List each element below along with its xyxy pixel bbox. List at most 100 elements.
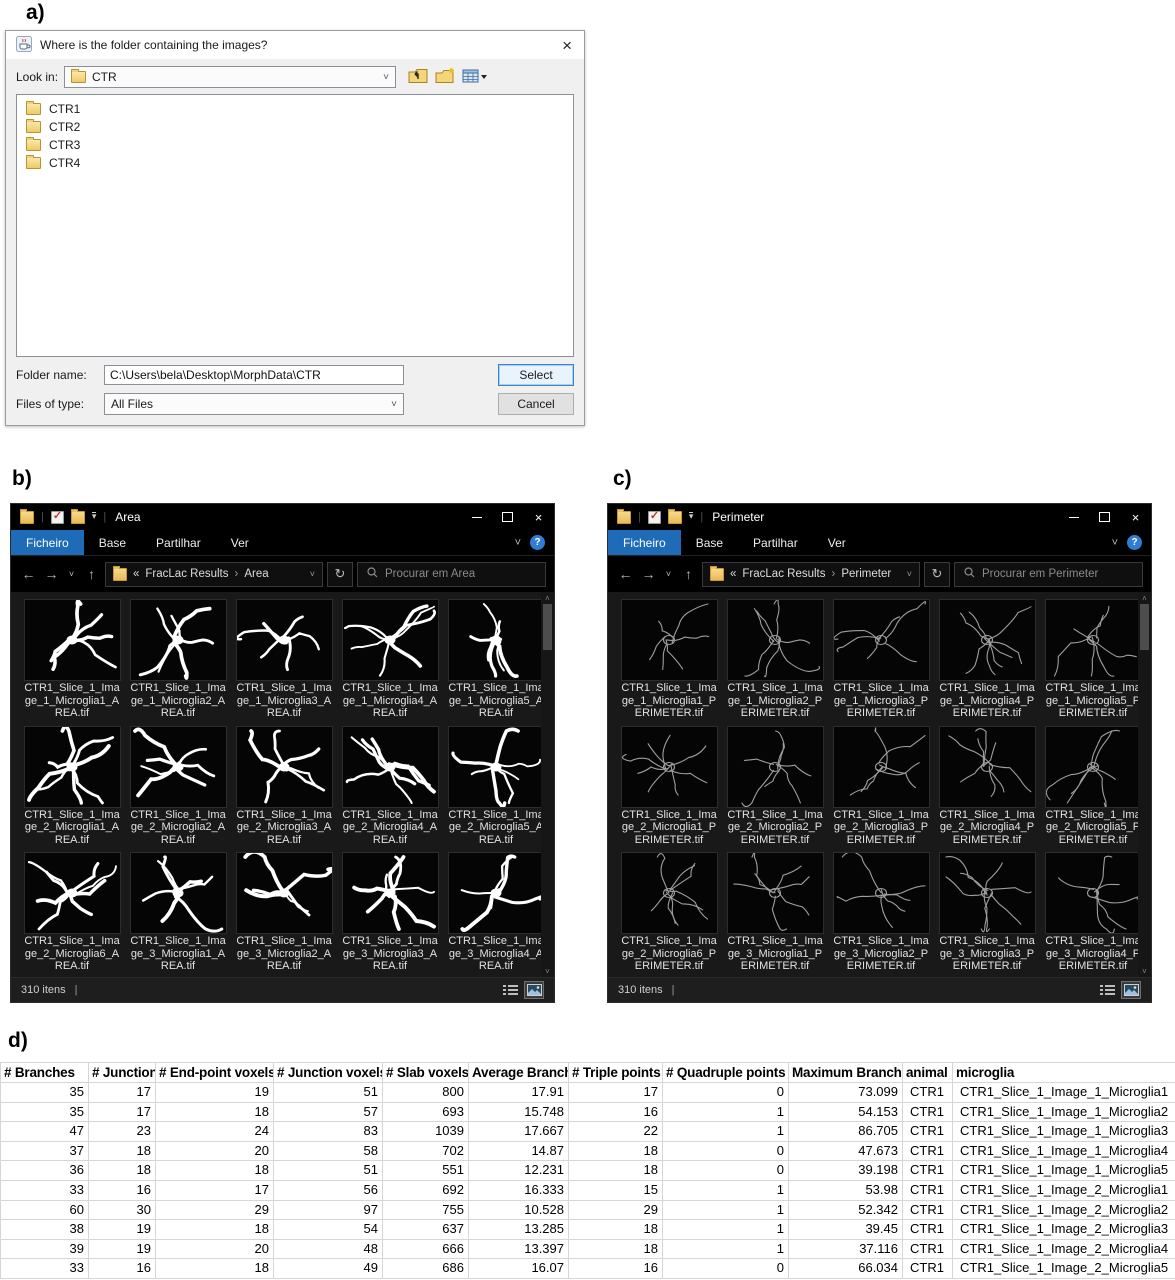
up-icon[interactable]: ↑ <box>679 566 698 582</box>
file-tile[interactable]: CTR1_Slice_1_Image_2_Microglia2_PERIMETE… <box>726 727 824 847</box>
folder-list-item[interactable]: CTR2 <box>17 118 573 136</box>
tab-ver[interactable]: Ver <box>216 530 264 555</box>
file-tile[interactable]: CTR1_Slice_1_Image_1_Microglia4_PERIMETE… <box>938 600 1036 720</box>
folder-list-item[interactable]: CTR4 <box>17 154 573 172</box>
file-tile[interactable]: CTR1_Slice_1_Image_3_Microglia1_AREA.tif <box>129 853 227 973</box>
close-button[interactable]: × <box>523 504 554 530</box>
tab-ficheiro[interactable]: Ficheiro <box>11 530 84 555</box>
search-box[interactable]: Procurar em Perimeter <box>954 562 1143 587</box>
quick-access-toolbar-chevron-icon[interactable]: ▾ <box>92 512 97 522</box>
recent-locations-chevron-icon[interactable]: ˅ <box>65 569 78 579</box>
refresh-icon[interactable]: ↻ <box>924 562 950 587</box>
file-tile[interactable]: CTR1_Slice_1_Image_2_Microglia6_PERIMETE… <box>620 853 718 973</box>
thumbnail-view-icon[interactable] <box>524 981 544 999</box>
breadcrumb-current[interactable]: Perimeter <box>841 568 891 580</box>
scrollbar[interactable]: ˄ ˅ <box>541 592 554 977</box>
address-bar[interactable]: « FracLac Results › Area ˅ <box>105 562 323 587</box>
file-tile[interactable]: CTR1_Slice_1_Image_1_Microglia1_AREA.tif <box>23 600 121 720</box>
search-box[interactable]: Procurar em Area <box>357 562 546 587</box>
file-tile[interactable]: CTR1_Slice_1_Image_3_Microglia2_AREA.tif <box>235 853 333 973</box>
file-tile[interactable]: CTR1_Slice_1_Image_3_Microglia1_PERIMETE… <box>726 853 824 973</box>
dialog-close-icon[interactable]: × <box>560 37 574 54</box>
recent-locations-chevron-icon[interactable]: ˅ <box>662 569 675 579</box>
refresh-icon[interactable]: ↻ <box>327 562 353 587</box>
file-tile[interactable]: CTR1_Slice_1_Image_1_Microglia4_AREA.tif <box>341 600 439 720</box>
file-tile[interactable]: CTR1_Slice_1_Image_2_Microglia6_AREA.tif <box>23 853 121 973</box>
quick-access-toolbar-chevron-icon[interactable]: ▾ <box>689 512 694 522</box>
folder-list-item[interactable]: CTR1 <box>17 100 573 118</box>
file-tile[interactable]: CTR1_Slice_1_Image_2_Microglia3_PERIMETE… <box>832 727 930 847</box>
file-tile[interactable]: CTR1_Slice_1_Image_3_Microglia4_PERIMETE… <box>1044 853 1142 973</box>
file-tile[interactable]: CTR1_Slice_1_Image_2_Microglia1_PERIMETE… <box>620 727 718 847</box>
breadcrumb-root[interactable]: FracLac Results <box>145 568 228 580</box>
select-button[interactable]: Select <box>498 364 574 386</box>
view-menu-icon[interactable] <box>462 68 488 87</box>
up-icon[interactable]: ↑ <box>82 566 101 582</box>
file-tile[interactable]: CTR1_Slice_1_Image_2_Microglia4_AREA.tif <box>341 727 439 847</box>
quick-access-folder-icon[interactable] <box>71 511 85 524</box>
tab-ficheiro[interactable]: Ficheiro <box>608 530 681 555</box>
breadcrumb-current[interactable]: Area <box>244 568 268 580</box>
breadcrumb-chevrons[interactable]: « <box>730 568 736 580</box>
maximize-button[interactable] <box>492 504 523 530</box>
minimize-button[interactable] <box>1058 504 1089 530</box>
scroll-down-icon[interactable]: ˅ <box>1142 965 1147 977</box>
file-tile[interactable]: CTR1_Slice_1_Image_1_Microglia3_AREA.tif <box>235 600 333 720</box>
thumbnail-view-icon[interactable] <box>1121 981 1141 999</box>
close-button[interactable]: × <box>1120 504 1151 530</box>
file-tile[interactable]: CTR1_Slice_1_Image_1_Microglia2_AREA.tif <box>129 600 227 720</box>
forward-icon[interactable]: → <box>639 566 658 582</box>
minimize-button[interactable] <box>461 504 492 530</box>
file-tile[interactable]: CTR1_Slice_1_Image_2_Microglia4_PERIMETE… <box>938 727 1036 847</box>
files-of-type-combobox[interactable]: All Files ˅ <box>104 393 404 415</box>
tab-partilhar[interactable]: Partilhar <box>141 530 216 555</box>
cancel-button[interactable]: Cancel <box>498 393 574 415</box>
address-dropdown-chevron-icon[interactable]: ˅ <box>310 569 315 579</box>
file-tile[interactable]: CTR1_Slice_1_Image_1_Microglia3_PERIMETE… <box>832 600 930 720</box>
look-in-combobox[interactable]: CTR ˅ <box>64 66 396 88</box>
file-tile[interactable]: CTR1_Slice_1_Image_2_Microglia5_PERIMETE… <box>1044 727 1142 847</box>
address-dropdown-chevron-icon[interactable]: ˅ <box>907 569 912 579</box>
file-tile[interactable]: CTR1_Slice_1_Image_1_Microglia1_PERIMETE… <box>620 600 718 720</box>
scroll-thumb[interactable] <box>1140 604 1149 650</box>
back-icon[interactable]: ← <box>616 566 635 582</box>
breadcrumb-chevrons[interactable]: « <box>133 568 139 580</box>
file-tile[interactable]: CTR1_Slice_1_Image_3_Microglia4_AREA.tif <box>447 853 545 973</box>
address-bar[interactable]: « FracLac Results › Perimeter ˅ <box>702 562 920 587</box>
details-view-icon[interactable] <box>1097 981 1117 999</box>
scroll-up-icon[interactable]: ˄ <box>1142 592 1147 604</box>
file-tile[interactable]: CTR1_Slice_1_Image_2_Microglia2_AREA.tif <box>129 727 227 847</box>
help-icon[interactable]: ? <box>1127 535 1142 550</box>
help-icon[interactable]: ? <box>530 535 545 550</box>
collapse-ribbon-icon[interactable]: ˅ <box>1112 537 1118 549</box>
breadcrumb-root[interactable]: FracLac Results <box>742 568 825 580</box>
file-tile[interactable]: CTR1_Slice_1_Image_3_Microglia2_PERIMETE… <box>832 853 930 973</box>
tab-base[interactable]: Base <box>681 530 738 555</box>
tab-base[interactable]: Base <box>84 530 141 555</box>
quick-access-checkbox-icon[interactable] <box>51 511 64 524</box>
details-view-icon[interactable] <box>500 981 520 999</box>
scrollbar[interactable]: ˄ ˅ <box>1138 592 1151 977</box>
new-folder-icon[interactable] <box>435 67 456 88</box>
file-tile[interactable]: CTR1_Slice_1_Image_3_Microglia3_AREA.tif <box>341 853 439 973</box>
file-tile[interactable]: CTR1_Slice_1_Image_1_Microglia2_PERIMETE… <box>726 600 824 720</box>
scroll-up-icon[interactable]: ˄ <box>545 592 550 604</box>
scroll-down-icon[interactable]: ˅ <box>545 965 550 977</box>
tab-partilhar[interactable]: Partilhar <box>738 530 813 555</box>
file-tile[interactable]: CTR1_Slice_1_Image_3_Microglia3_PERIMETE… <box>938 853 1036 973</box>
scroll-thumb[interactable] <box>543 604 552 650</box>
file-tile[interactable]: CTR1_Slice_1_Image_1_Microglia5_PERIMETE… <box>1044 600 1142 720</box>
file-tile[interactable]: CTR1_Slice_1_Image_2_Microglia5_AREA.tif <box>447 727 545 847</box>
back-icon[interactable]: ← <box>19 566 38 582</box>
folder-list-item[interactable]: CTR3 <box>17 136 573 154</box>
tab-ver[interactable]: Ver <box>813 530 861 555</box>
file-tile[interactable]: CTR1_Slice_1_Image_2_Microglia1_AREA.tif <box>23 727 121 847</box>
quick-access-checkbox-icon[interactable] <box>648 511 661 524</box>
collapse-ribbon-icon[interactable]: ˅ <box>515 537 521 549</box>
forward-icon[interactable]: → <box>42 566 61 582</box>
file-tile[interactable]: CTR1_Slice_1_Image_2_Microglia3_AREA.tif <box>235 727 333 847</box>
folder-name-input[interactable] <box>104 365 404 385</box>
quick-access-folder-icon[interactable] <box>668 511 682 524</box>
up-one-level-icon[interactable] <box>408 67 429 88</box>
maximize-button[interactable] <box>1089 504 1120 530</box>
